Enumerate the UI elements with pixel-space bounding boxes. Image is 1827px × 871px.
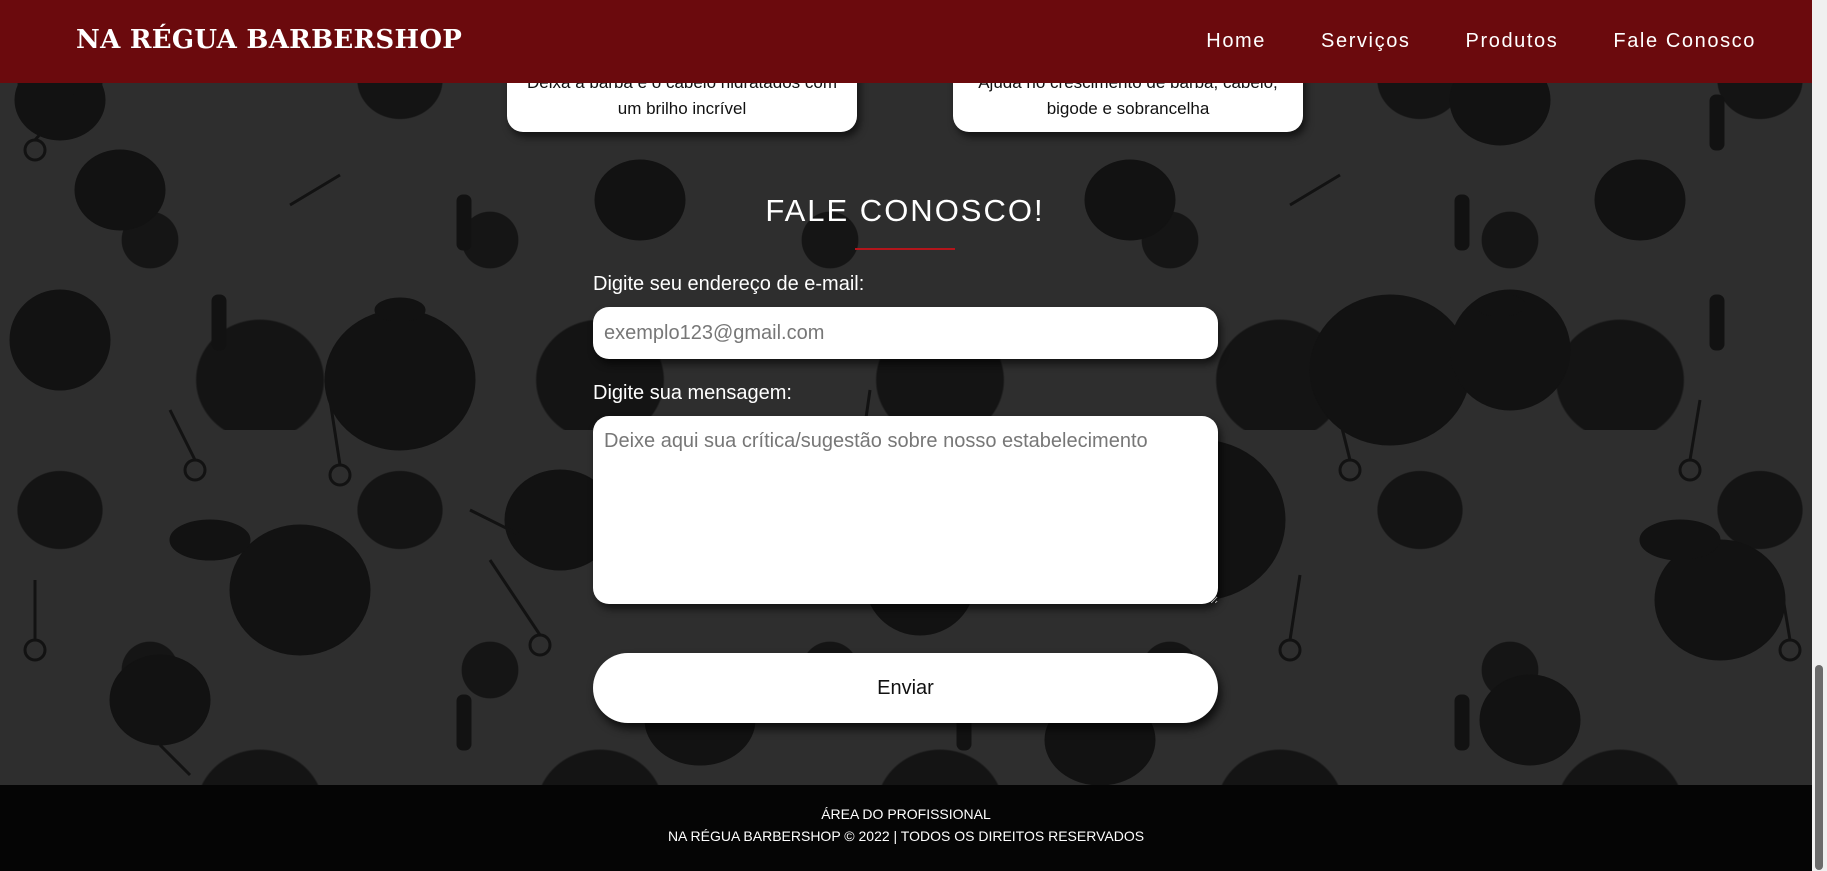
submit-button[interactable]: Enviar (593, 653, 1218, 723)
copyright-text: NA RÉGUA BARBERSHOP © 2022 | TODOS OS DI… (667, 828, 1145, 844)
professional-area-link[interactable]: ÁREA DO PROFISSIONAL (0, 806, 1812, 822)
main-nav: Home Serviços Produtos Fale Conosco (1206, 30, 1756, 53)
contact-title: FALE CONOSCO! (765, 193, 1045, 228)
footer: ÁREA DO PROFISSIONAL NA RÉGUA BARBERSHOP… (0, 785, 1812, 871)
page-scrollbar[interactable] (1812, 0, 1827, 871)
email-label: Digite seu endereço de e-mail: (593, 273, 865, 295)
brand-logo[interactable]: NA RÉGUA BARBERSHOP (76, 25, 462, 55)
email-field[interactable] (593, 307, 1218, 359)
top-navbar: NA RÉGUA BARBERSHOP Home Serviços Produt… (0, 0, 1812, 83)
nav-produtos[interactable]: Produtos (1466, 30, 1559, 53)
scrollbar-thumb[interactable] (1815, 665, 1823, 870)
message-label: Digite sua mensagem: (593, 382, 792, 404)
message-textarea[interactable] (593, 416, 1218, 604)
title-underline (855, 248, 955, 250)
nav-servicos[interactable]: Serviços (1321, 30, 1411, 53)
nav-fale-conosco[interactable]: Fale Conosco (1613, 30, 1756, 53)
nav-home[interactable]: Home (1206, 30, 1266, 53)
